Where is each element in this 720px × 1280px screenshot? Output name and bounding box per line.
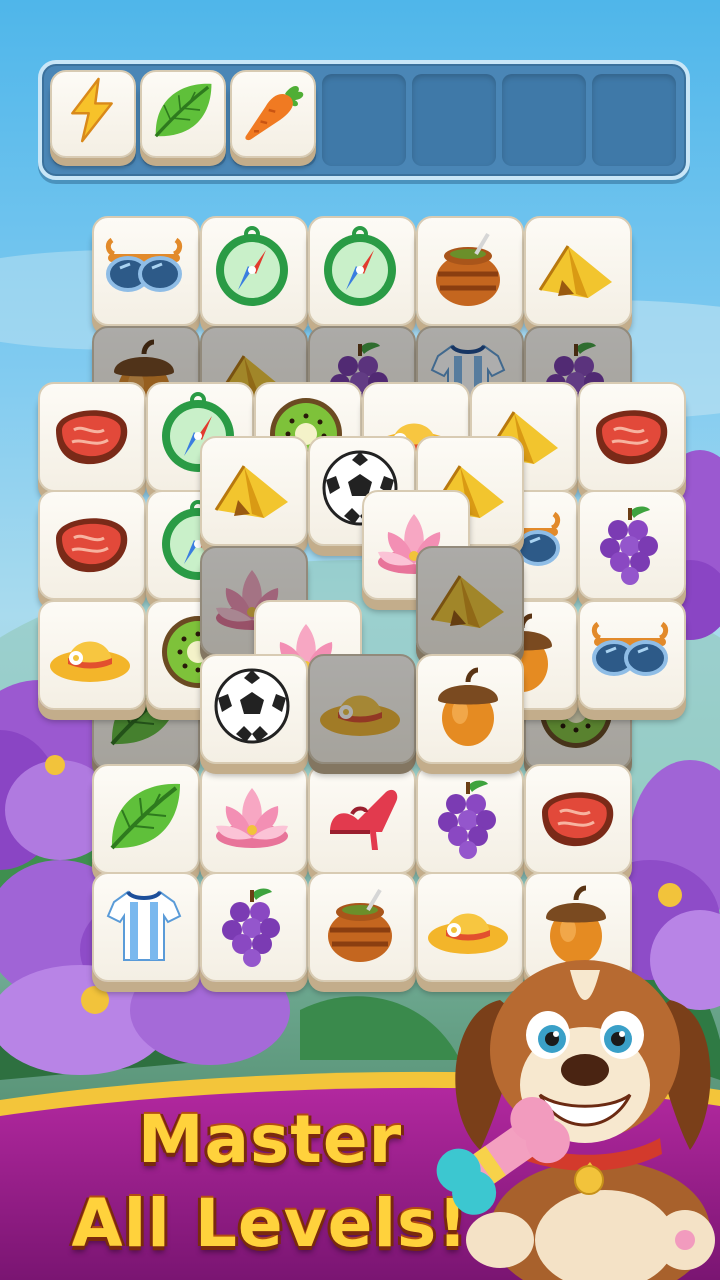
tent-icon (538, 245, 612, 298)
compass-icon (216, 226, 288, 306)
tent-icon (214, 465, 288, 518)
board-tile[interactable] (416, 764, 524, 882)
board-tile[interactable] (38, 600, 146, 718)
board-tile[interactable] (200, 436, 308, 554)
steak-icon (56, 410, 128, 465)
honey-pot-icon (436, 232, 500, 306)
board-tile[interactable] (308, 764, 416, 882)
soccer-ball-icon (214, 668, 290, 744)
board-tile[interactable] (38, 490, 146, 608)
board-tile[interactable] (416, 216, 524, 334)
acorn-icon (438, 667, 498, 746)
board-tile[interactable] (38, 382, 146, 500)
board-tile[interactable] (578, 382, 686, 500)
board-tile[interactable] (200, 872, 308, 990)
grapes-icon (222, 888, 280, 967)
board-tile[interactable] (524, 216, 632, 334)
sunglasses-icon (105, 237, 183, 292)
board-tile[interactable] (416, 654, 524, 772)
board-tile[interactable] (308, 216, 416, 334)
game-scene: Master All Levels! (0, 0, 720, 1280)
steak-icon (542, 792, 614, 847)
grapes-icon (438, 780, 496, 859)
lotus-icon (216, 788, 288, 848)
board-tile[interactable] (200, 764, 308, 882)
board-tile[interactable] (578, 600, 686, 718)
grapes-icon (600, 506, 658, 585)
compass-icon (324, 226, 396, 306)
board-tile[interactable] (200, 654, 308, 772)
steak-icon (596, 410, 668, 465)
sun-hat-icon (50, 641, 130, 682)
tent-icon (430, 575, 504, 628)
board-tile (308, 654, 416, 772)
board-tile[interactable] (308, 872, 416, 990)
honey-pot-icon (328, 888, 392, 962)
sun-hat-icon (320, 695, 400, 736)
sunglasses-icon (591, 621, 669, 676)
steak-icon (56, 518, 128, 573)
puppy-mascot (436, 960, 715, 1280)
soccer-jersey-icon (106, 890, 182, 961)
high-heel-icon (330, 789, 398, 850)
board-tile[interactable] (92, 872, 200, 990)
board-tile[interactable] (92, 216, 200, 334)
board-tile (416, 546, 524, 664)
board-tile[interactable] (200, 216, 308, 334)
leaf-icon (110, 783, 180, 850)
board-tile[interactable] (578, 490, 686, 608)
board-tile[interactable] (92, 764, 200, 882)
board-tile[interactable] (524, 764, 632, 882)
